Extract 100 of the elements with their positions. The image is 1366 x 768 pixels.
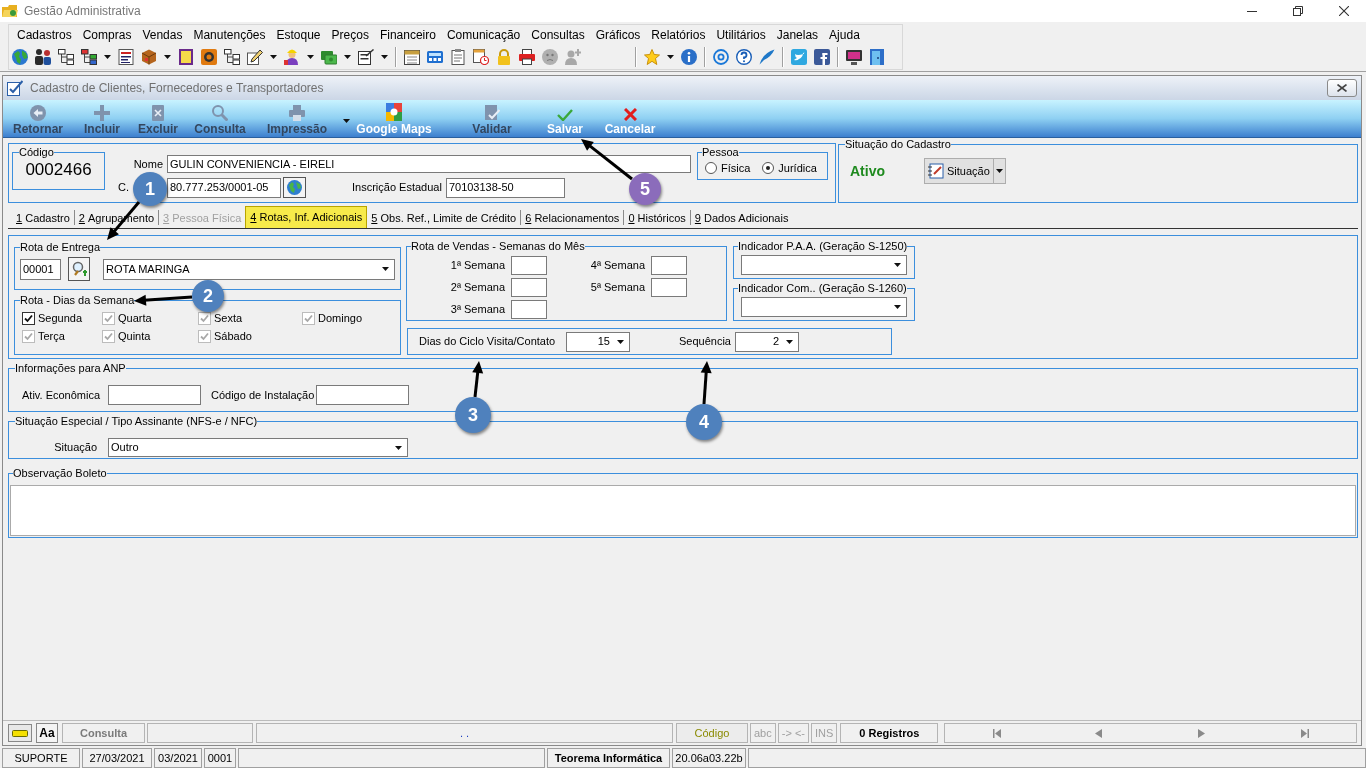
hierarchy-icon[interactable]: [58, 49, 74, 66]
search-button[interactable]: [68, 257, 90, 281]
dropdown-arrow-icon[interactable]: [164, 55, 171, 60]
menu-item[interactable]: Cadastros: [16, 26, 73, 45]
indicator-dropdown[interactable]: [741, 255, 907, 275]
menu-item[interactable]: Relatórios: [650, 26, 707, 45]
worker-icon[interactable]: [284, 49, 300, 66]
door-icon[interactable]: [869, 49, 885, 66]
week-field[interactable]: [511, 300, 547, 319]
dropdown-arrow-icon[interactable]: [667, 55, 674, 60]
checkbox[interactable]: [102, 330, 115, 343]
tab[interactable]: 4 Rotas, Inf. Adicionais: [245, 206, 368, 228]
face-icon[interactable]: [542, 49, 558, 66]
status-dropdown[interactable]: Outro: [108, 438, 408, 457]
marker-button[interactable]: [8, 724, 32, 742]
book-icon[interactable]: [178, 49, 194, 66]
calendar-clock-icon[interactable]: [473, 49, 489, 66]
feather-icon[interactable]: [759, 49, 775, 66]
checkbox-label: Terça: [38, 330, 65, 343]
font-button[interactable]: Aa: [36, 723, 58, 743]
text-field[interactable]: [108, 385, 201, 405]
week-field[interactable]: [651, 278, 687, 297]
clipboard-icon[interactable]: [450, 49, 466, 66]
next-record-icon[interactable]: [1197, 728, 1206, 738]
cycle-dropdown[interactable]: 15: [566, 331, 630, 352]
safe-icon[interactable]: [201, 49, 217, 66]
menu-item[interactable]: Comunicação: [445, 26, 522, 45]
radio-button[interactable]: [705, 162, 717, 174]
info-text: . .: [256, 723, 673, 743]
checkbox[interactable]: [198, 312, 211, 325]
state-registration-field[interactable]: 70103138-50: [445, 177, 565, 198]
report-icon[interactable]: [118, 49, 134, 66]
monitor-icon[interactable]: [846, 49, 862, 66]
help-icon[interactable]: [736, 49, 752, 66]
form-icon[interactable]: [358, 49, 374, 66]
package-icon[interactable]: [141, 49, 157, 66]
indicator-dropdown[interactable]: [741, 297, 907, 317]
dropdown-arrow-icon[interactable]: [344, 55, 351, 60]
hierarchy-icon[interactable]: [81, 49, 97, 66]
star-icon[interactable]: [644, 49, 660, 66]
ring-icon[interactable]: [713, 49, 729, 66]
tab[interactable]: 5 Obs. Ref., Limite de Crédito: [367, 208, 521, 228]
text-field[interactable]: [316, 385, 409, 405]
pencil-icon[interactable]: [247, 49, 263, 66]
radio-button[interactable]: [762, 162, 775, 174]
menu-item[interactable]: Janelas: [775, 26, 820, 45]
menu-item[interactable]: Compras: [81, 26, 133, 45]
dropdown-arrow-icon: [382, 267, 389, 271]
menu-item[interactable]: Utilitários: [715, 26, 767, 45]
route-code-field[interactable]: 00001: [20, 258, 61, 280]
people-icon[interactable]: [35, 49, 51, 66]
menu-item[interactable]: Financeiro: [378, 26, 437, 45]
menu-item[interactable]: Estoque: [275, 26, 322, 45]
calendar-icon[interactable]: [404, 49, 420, 66]
document-check-icon: [7, 80, 23, 96]
menu-item[interactable]: Vendas: [141, 26, 184, 45]
menu-item[interactable]: Preços: [330, 26, 370, 45]
lookup-button[interactable]: [283, 177, 306, 198]
previous-record-icon[interactable]: [1095, 728, 1104, 738]
tab[interactable]: 1 Cadastro: [12, 208, 74, 228]
status-button[interactable]: Situação: [924, 158, 994, 184]
first-record-icon[interactable]: [992, 728, 1001, 738]
week-field[interactable]: [511, 278, 547, 297]
money-icon[interactable]: [321, 49, 337, 66]
checkbox[interactable]: [302, 312, 315, 325]
dropdown-arrow-icon[interactable]: [270, 55, 277, 60]
tab[interactable]: 0 Históricos: [624, 208, 690, 228]
status-cell: 27/03/2021: [82, 748, 152, 768]
dropdown-arrow-icon[interactable]: [104, 55, 111, 60]
dropdown-arrow-icon: [617, 339, 624, 344]
tab[interactable]: 6 Relacionamentos: [521, 208, 624, 228]
checkbox[interactable]: [22, 330, 35, 343]
last-record-icon[interactable]: [1300, 728, 1309, 738]
cnpj-field[interactable]: 80.777.253/0001-05: [167, 177, 281, 198]
menu-item[interactable]: Consultas: [530, 26, 586, 45]
week-field[interactable]: [511, 256, 547, 275]
menu-item[interactable]: Gráficos: [594, 26, 642, 45]
restore-icon: [1293, 6, 1303, 16]
checkbox[interactable]: [198, 330, 211, 343]
status-cell: Teorema Informática: [547, 748, 670, 768]
sequence-dropdown[interactable]: 2: [735, 331, 799, 352]
menu-item[interactable]: Manutenções: [192, 26, 267, 45]
week-field[interactable]: [651, 256, 687, 275]
tab[interactable]: 9 Dados Adicionais: [690, 208, 793, 228]
hierarchy-icon[interactable]: [224, 49, 240, 66]
name-field[interactable]: GULIN CONVENIENCIA - EIRELI: [167, 155, 691, 173]
calculator-icon[interactable]: [427, 49, 443, 66]
close-button[interactable]: [1327, 79, 1357, 97]
checkbox[interactable]: [22, 312, 35, 325]
globe-icon[interactable]: [12, 49, 28, 66]
menu-item[interactable]: Ajuda: [828, 26, 861, 45]
document-check-icon: [484, 105, 500, 121]
printer-icon[interactable]: [519, 49, 535, 66]
route-dropdown[interactable]: ROTA MARINGA: [103, 258, 395, 280]
info-icon[interactable]: [681, 49, 697, 66]
bird-icon[interactable]: [791, 49, 807, 66]
dropdown-arrow-icon[interactable]: [381, 55, 388, 60]
f-logo-icon[interactable]: [814, 49, 830, 66]
checkbox[interactable]: [102, 312, 115, 325]
dropdown-arrow-icon[interactable]: [307, 55, 314, 60]
